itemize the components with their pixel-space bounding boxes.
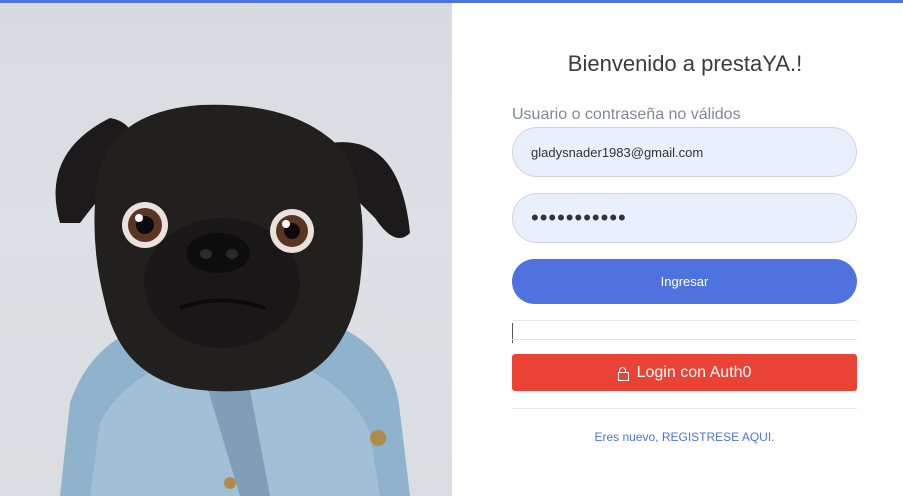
lock-icon xyxy=(617,366,629,381)
auth0-button-label: Login con Auth0 xyxy=(636,363,752,381)
text-caret xyxy=(512,323,513,343)
error-message: Usuario o contraseña no válidos xyxy=(512,106,741,123)
divider xyxy=(512,339,857,340)
login-panel: Bienvenido a prestaYA.! Usuario o contra… xyxy=(452,3,903,496)
auth0-login-button[interactable]: Login con Auth0 xyxy=(512,354,857,391)
hero-image xyxy=(0,3,452,496)
page-title: Bienvenido a prestaYA.! xyxy=(567,51,803,76)
login-button[interactable]: Ingresar xyxy=(512,259,857,304)
divider xyxy=(512,320,857,321)
divider xyxy=(512,408,857,409)
register-link[interactable]: Eres nuevo, REGISTRESE AQUI. xyxy=(512,430,857,444)
email-field[interactable]: gladysnader1983@gmail.com xyxy=(512,127,857,177)
password-field[interactable]: ••••••••••• xyxy=(512,193,857,243)
